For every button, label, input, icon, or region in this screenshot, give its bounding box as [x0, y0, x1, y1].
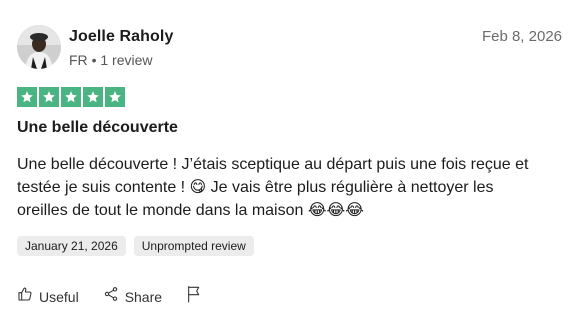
share-button[interactable]: Share [103, 286, 162, 307]
thumbs-up-icon [17, 286, 33, 307]
unprompted-review-badge: Unprompted review [133, 236, 254, 256]
reviewer-info: Joelle Raholy FR • 1 review [69, 27, 173, 69]
flag-icon [186, 285, 202, 308]
star-icon [105, 87, 125, 107]
review-tags: January 21, 2026 Unprompted review [17, 236, 254, 256]
reviewer-meta: FR • 1 review [69, 51, 173, 69]
flag-button[interactable] [186, 285, 202, 308]
avatar[interactable] [17, 25, 61, 69]
useful-button[interactable]: Useful [17, 286, 79, 307]
review-card: Joelle Raholy FR • 1 review Feb 8, 2026 … [0, 0, 578, 321]
review-actions: Useful Share [17, 285, 202, 308]
share-icon [103, 286, 119, 307]
reviewer-country: FR [69, 52, 88, 68]
meta-separator: • [91, 52, 97, 68]
star-icon [39, 87, 59, 107]
star-icon [17, 87, 37, 107]
review-date: Feb 8, 2026 [481, 28, 562, 45]
avatar-image [17, 25, 61, 69]
reviewer-review-count: 1 review [100, 52, 153, 68]
star-icon [83, 87, 103, 107]
review-title: Une belle découverte [17, 119, 178, 136]
star-rating [17, 87, 125, 107]
review-header: Joelle Raholy FR • 1 review Feb 8, 2026 [17, 25, 562, 71]
review-body: Une belle découverte ! J’étais sceptique… [17, 156, 529, 219]
share-label: Share [124, 288, 163, 305]
star-icon [61, 87, 81, 107]
reviewer-name[interactable]: Joelle Raholy [69, 27, 173, 47]
useful-label: Useful [39, 288, 79, 305]
experience-date-badge: January 21, 2026 [17, 236, 126, 256]
